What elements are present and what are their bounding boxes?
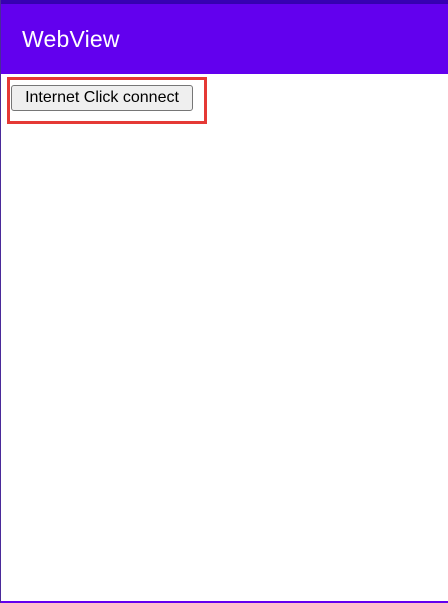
webview-content: Internet Click connect (1, 74, 448, 601)
internet-connect-button[interactable]: Internet Click connect (11, 85, 193, 111)
app-bar: WebView (1, 4, 448, 74)
app-title: WebView (22, 25, 120, 52)
device-screen: WebView Internet Click connect (0, 0, 448, 603)
